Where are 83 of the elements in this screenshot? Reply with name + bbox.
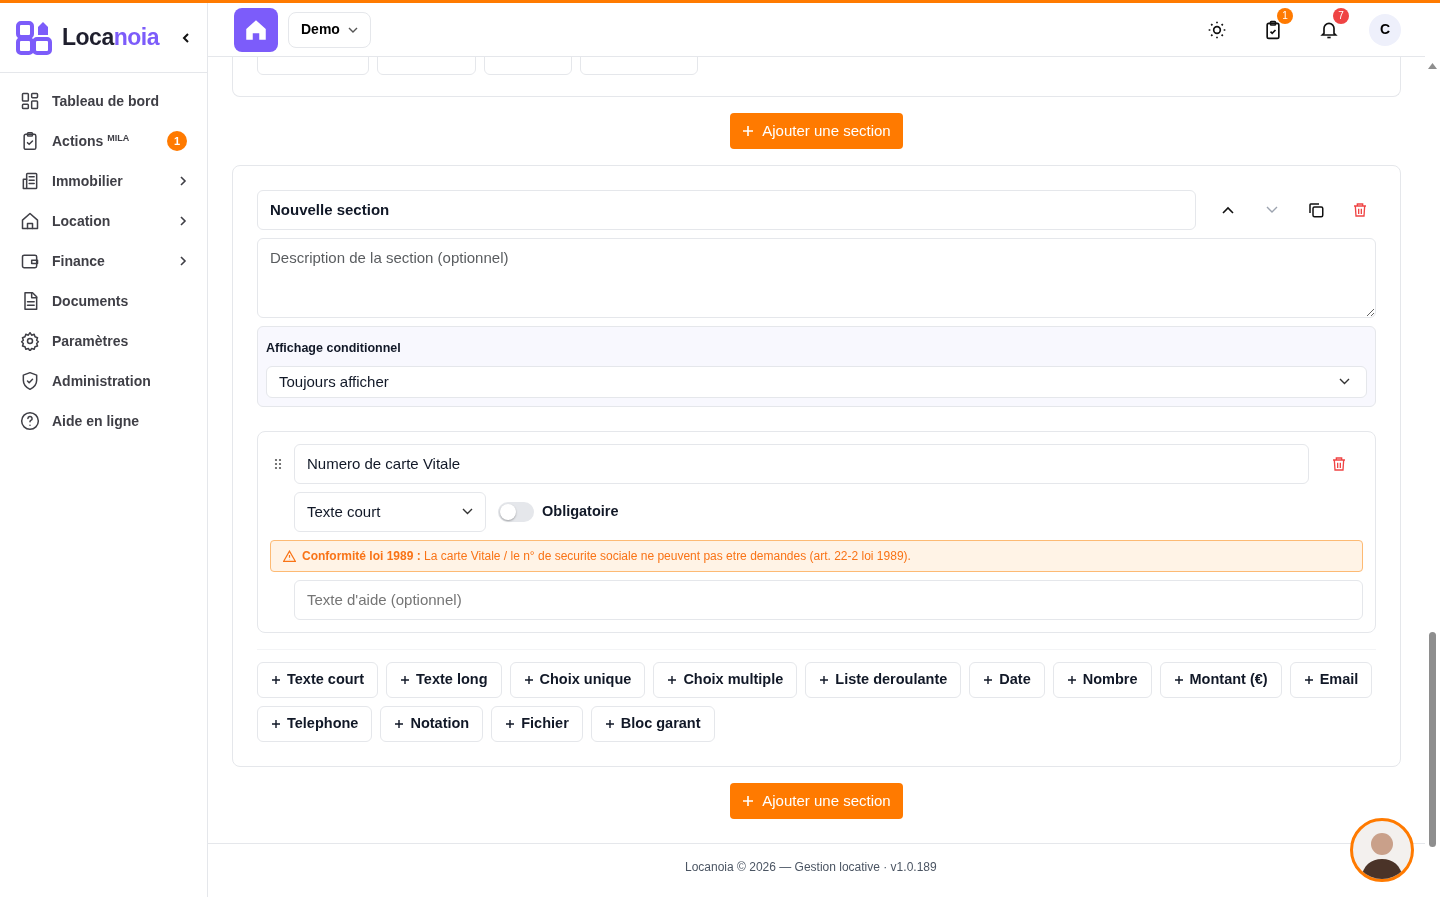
copy-icon — [1307, 201, 1325, 219]
plus-icon — [505, 718, 516, 729]
chevron-down-icon — [347, 26, 358, 33]
add-field-button[interactable]: Choix multiple — [653, 661, 798, 698]
add-field-button[interactable]: Bloc garant — [590, 705, 715, 742]
nav-item[interactable]: Finance — [12, 241, 195, 281]
add-field-button[interactable]: Fichier — [491, 705, 583, 742]
add-field-button[interactable]: Telephone — [257, 705, 373, 742]
chevron-down-icon — [1266, 206, 1278, 214]
logo-icon — [16, 18, 54, 57]
nav-item[interactable]: Administration — [12, 361, 195, 401]
add-field-button[interactable]: Liste deroulante — [805, 661, 962, 698]
plus-icon — [400, 674, 411, 685]
add-field-button[interactable]: Nombre — [1052, 661, 1152, 698]
warning-alert: Conformité loi 1989 : La carte Vitale / le n° de securite sociale ne peuvent pas etre demandes (art. 22-2 loi 1989). — [270, 539, 1363, 572]
settings-icon — [20, 331, 40, 351]
home-button[interactable] — [234, 7, 278, 52]
nav-item[interactable]: Location — [12, 201, 195, 241]
chevron-right-icon — [179, 255, 187, 267]
field-name-field[interactable]: Numero de carte Vitale — [294, 443, 1309, 484]
footer-text: Locanoia © 2026 — Gestion locative · v1.0.189 — [685, 859, 937, 877]
plus-icon — [604, 718, 615, 729]
conditional-select[interactable]: Toujours afficher — [266, 365, 1367, 398]
assistant-avatar[interactable] — [1350, 818, 1414, 882]
tasks-badge: 1 — [1277, 7, 1293, 24]
help-text-field[interactable]: Texte d'aide (optionnel) — [294, 579, 1363, 620]
chevron-down-icon — [462, 508, 473, 516]
plus-icon — [394, 718, 405, 729]
add-field-button[interactable]: Texte court — [257, 661, 379, 698]
nav-item[interactable]: Aide en ligne — [12, 401, 195, 441]
building-icon — [20, 171, 40, 191]
count-badge: 1 — [167, 131, 187, 151]
add-field-button[interactable]: Date — [969, 661, 1045, 698]
plus-icon — [983, 674, 994, 685]
drag-handle-icon[interactable] — [274, 457, 282, 470]
workspace-dropdown[interactable]: Demo — [288, 11, 371, 48]
plus-icon — [271, 674, 281, 685]
add-field-button[interactable]: Texte long — [386, 661, 502, 698]
plus-icon — [1173, 674, 1184, 685]
dashboard-icon — [20, 91, 40, 111]
plus-icon — [742, 125, 755, 137]
add-field-button[interactable]: Choix unique — [509, 661, 646, 698]
help-icon — [20, 411, 40, 431]
home-icon — [20, 211, 40, 231]
clipboard-check-icon — [1263, 18, 1283, 41]
warning-icon — [283, 549, 296, 562]
chevron-up-icon — [1222, 206, 1234, 214]
sun-icon — [1207, 19, 1227, 40]
chevron-right-icon — [179, 215, 187, 227]
shield-check-icon — [20, 371, 40, 391]
scroll-up-icon[interactable] — [1428, 63, 1437, 69]
add-field-button[interactable]: Notation — [380, 705, 484, 742]
add-field-button[interactable]: Montant (€) — [1159, 661, 1282, 698]
brand-name: Locanoia — [62, 23, 159, 53]
chevron-down-icon — [1339, 378, 1350, 386]
nav-item[interactable]: Documents — [12, 281, 195, 321]
notification-badge: 7 — [1333, 7, 1349, 24]
plus-icon — [271, 718, 281, 729]
nav-item[interactable]: Immobilier — [12, 161, 195, 201]
user-avatar[interactable]: C — [1369, 13, 1401, 46]
nav-item[interactable]: Tableau de bord — [12, 81, 195, 121]
trash-icon — [1331, 455, 1347, 472]
scrollbar-thumb[interactable] — [1429, 632, 1436, 847]
plus-icon — [742, 794, 755, 807]
collapse-icon[interactable] — [181, 31, 191, 44]
trash-icon — [1352, 202, 1368, 218]
description-field[interactable]: Description de la section (optionnel) — [257, 238, 1376, 318]
clipboard-check-icon — [20, 131, 40, 151]
plus-icon — [667, 674, 678, 685]
required-toggle[interactable] — [498, 501, 534, 522]
wallet-icon — [20, 251, 40, 271]
nav-item[interactable]: Paramètres — [12, 321, 195, 361]
plus-icon — [819, 674, 830, 685]
plus-icon — [523, 674, 534, 685]
plus-icon — [1303, 674, 1314, 685]
plus-icon — [1066, 674, 1077, 685]
add-field-button[interactable]: Email — [1289, 661, 1373, 698]
toggle-label: Obligatoire — [542, 501, 619, 521]
field-label: Affichage conditionnel — [266, 340, 402, 357]
chevron-right-icon — [179, 175, 187, 187]
field-type-select[interactable]: Texte court — [294, 491, 486, 532]
nav-item[interactable]: Actions $^{MILA}$ 1 — [12, 121, 195, 161]
section-title-field[interactable]: Nouvelle section — [257, 190, 1196, 230]
